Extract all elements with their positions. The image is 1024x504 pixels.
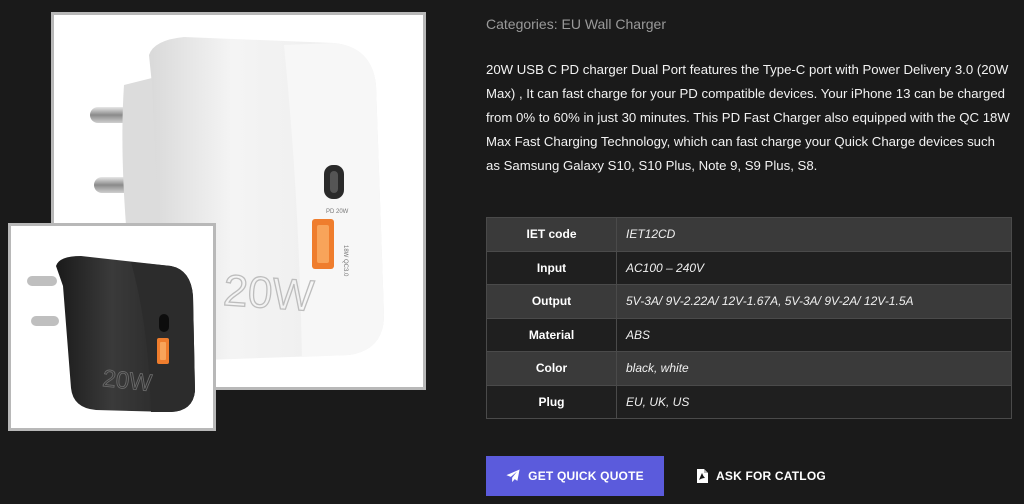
spec-row: Plug EU, UK, US	[486, 384, 1012, 419]
spec-row: Output 5V-3A/ 9V-2.22A/ 12V-1.67A, 5V-3A…	[486, 284, 1012, 319]
spec-key: Color	[486, 351, 617, 386]
spec-key: Plug	[486, 384, 617, 419]
pd-label: PD 20W	[326, 209, 349, 215]
spec-key: IET code	[486, 217, 617, 252]
get-quick-quote-button[interactable]: GET QUICK QUOTE	[486, 456, 664, 496]
ask-for-catalog-button[interactable]: ASK FOR CATLOG	[696, 456, 826, 496]
wattage-emboss: 20W	[222, 266, 316, 321]
spec-table: IET code IET12CD Input AC100 – 240V Outp…	[486, 217, 1012, 419]
qc-label: 18W QC3.0	[342, 245, 348, 277]
spec-row: Color black, white	[486, 351, 1012, 386]
spec-value: IET12CD	[616, 217, 1012, 252]
paper-plane-icon	[506, 469, 520, 483]
spec-row: IET code IET12CD	[486, 217, 1012, 252]
category-link[interactable]: EU Wall Charger	[561, 16, 666, 32]
product-description: 20W USB C PD charger Dual Port features …	[486, 62, 1010, 173]
thumb-wattage-emboss: 20W	[101, 365, 153, 397]
spec-row: Input AC100 – 240V	[486, 250, 1012, 285]
spec-key: Material	[486, 317, 617, 352]
catalog-label: ASK FOR CATLOG	[716, 469, 826, 483]
product-thumbnail-image[interactable]: 20W	[8, 223, 216, 431]
product-categories: Categories: EU Wall Charger	[486, 16, 666, 32]
spec-row: Material ABS	[486, 317, 1012, 352]
product-detail-page: PD 20W 18W QC3.0 20W 20W Categories: EU …	[0, 0, 1024, 504]
quote-label: GET QUICK QUOTE	[528, 469, 644, 483]
spec-value: 5V-3A/ 9V-2.22A/ 12V-1.67A, 5V-3A/ 9V-2A…	[616, 284, 1012, 319]
pdf-file-icon	[696, 469, 708, 483]
spec-value: AC100 – 240V	[616, 250, 1012, 285]
spec-value: EU, UK, US	[616, 384, 1012, 419]
spec-key: Input	[486, 250, 617, 285]
spec-value: ABS	[616, 317, 1012, 352]
spec-key: Output	[486, 284, 617, 319]
categories-prefix: Categories:	[486, 16, 558, 32]
spec-value: black, white	[616, 351, 1012, 386]
